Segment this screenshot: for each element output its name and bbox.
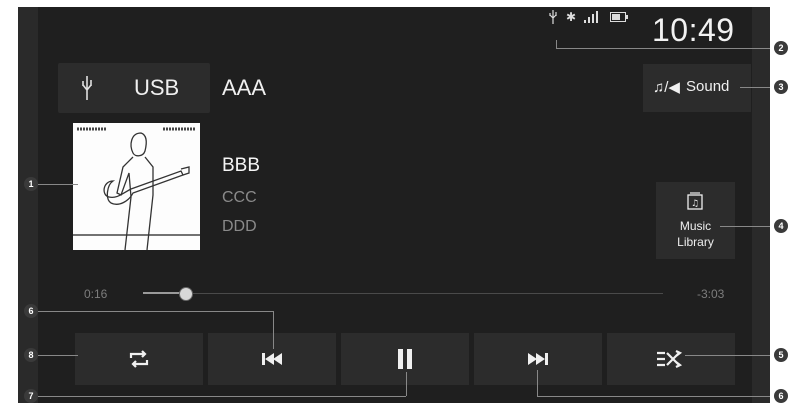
next-button[interactable] <box>474 333 602 385</box>
sound-icon: ♫/◀ <box>653 79 680 96</box>
status-bar: ✱ <box>548 10 629 24</box>
callout-line <box>556 40 557 49</box>
repeat-icon <box>129 350 149 368</box>
music-library-label: Music Library <box>656 218 735 250</box>
battery-icon <box>610 12 629 22</box>
track-artist: CCC <box>222 189 257 206</box>
repeat-button[interactable] <box>75 333 203 385</box>
shuffle-button[interactable] <box>607 333 735 385</box>
source-name: AAA <box>222 75 267 100</box>
callout-4: 4 <box>774 219 788 233</box>
right-bezel <box>752 7 770 403</box>
sound-label: Sound <box>686 78 730 95</box>
left-bezel <box>18 7 38 403</box>
callout-line <box>556 48 770 49</box>
remaining-time: -3:03 <box>697 287 725 301</box>
callout-line <box>38 355 78 356</box>
usb-icon <box>82 76 92 100</box>
callout-5: 5 <box>774 348 788 362</box>
shuffle-icon <box>657 350 683 368</box>
callout-line <box>685 355 770 356</box>
progress-knob[interactable] <box>179 287 193 301</box>
callout-line <box>740 87 770 88</box>
callout-line <box>273 311 274 349</box>
callout-line <box>720 226 770 227</box>
music-library-icon: ♫ <box>687 192 703 210</box>
callout-line <box>406 372 407 396</box>
music-library-button[interactable]: ♫ Music Library <box>656 182 735 259</box>
callout-6-previous: 6 <box>24 304 38 318</box>
callout-6-next: 6 <box>774 389 788 403</box>
source-button[interactable]: USB <box>58 63 210 113</box>
track-album: DDD <box>222 218 257 235</box>
callout-line <box>38 396 406 397</box>
callout-line <box>537 370 538 396</box>
clock: 10:49 <box>652 12 735 48</box>
sound-button[interactable]: ♫/◀ Sound <box>643 64 751 112</box>
callout-3: 3 <box>774 80 788 94</box>
music-library-label-line2: Library <box>677 235 714 249</box>
pause-button[interactable] <box>341 333 469 385</box>
guitarist-illustration <box>73 123 200 251</box>
album-art <box>73 123 200 251</box>
callout-8: 8 <box>24 348 38 362</box>
previous-button[interactable] <box>208 333 336 385</box>
callout-line <box>38 311 273 312</box>
svg-text:♫: ♫ <box>691 199 699 209</box>
pause-icon <box>398 349 412 369</box>
signal-icon <box>584 11 599 23</box>
track-title: BBB <box>222 155 261 176</box>
usb-icon <box>549 10 557 24</box>
callout-1: 1 <box>24 177 38 191</box>
callout-line <box>38 184 78 185</box>
progress-bar[interactable] <box>143 287 663 301</box>
next-icon <box>528 353 548 365</box>
source-label: USB <box>134 75 180 100</box>
previous-icon <box>262 353 282 365</box>
bluetooth-icon: ✱ <box>566 10 577 24</box>
callout-line <box>537 396 770 397</box>
callout-7: 7 <box>24 389 38 403</box>
callout-2: 2 <box>774 41 788 55</box>
elapsed-time: 0:16 <box>84 287 108 301</box>
